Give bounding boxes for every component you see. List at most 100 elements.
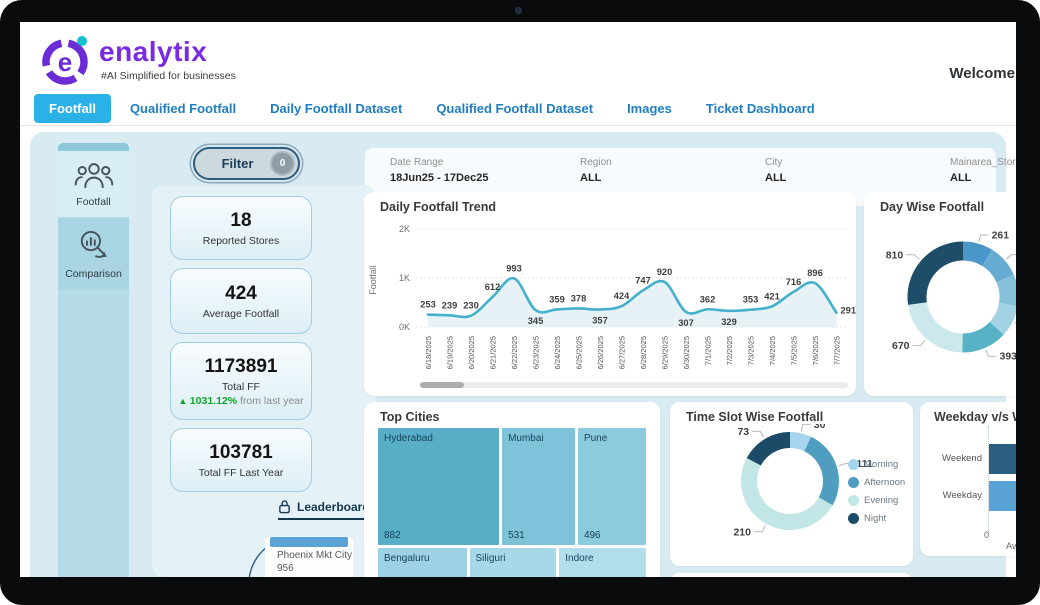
legend-item-morning[interactable]: Morning — [848, 459, 905, 470]
tab-qualified-footfall[interactable]: Qualified Footfall — [115, 94, 251, 123]
treemap-tile-indore[interactable]: Indore — [559, 548, 646, 577]
x-axis-tick: 6/23/2025 — [532, 336, 541, 369]
treemap-row: BengaluruSiliguriIndore — [378, 548, 646, 577]
kpi-card-average-footfall: 424Average Footfall — [170, 268, 312, 334]
sidebar-item-label: Footfall — [58, 196, 129, 217]
enalytix-logo-icon: e — [38, 33, 94, 89]
tab-images[interactable]: Images — [612, 94, 687, 123]
donut-label: 670 — [892, 340, 910, 352]
treemap-tile-name: Mumbai — [508, 433, 544, 444]
tab-daily-footfall-dataset[interactable]: Daily Footfall Dataset — [255, 94, 417, 123]
donut-segment[interactable] — [963, 251, 987, 258]
x-axis-tick: 6/22/2025 — [510, 336, 519, 369]
x-axis-tick: 6/24/2025 — [553, 336, 562, 369]
legend-label: Evening — [864, 495, 898, 506]
app-window: e enalytix #AI Simplified for businesses… — [20, 22, 1016, 577]
bar-axis-line — [988, 426, 989, 534]
magnifier-chart-icon — [77, 248, 110, 265]
filter-badge[interactable]: 0 — [270, 151, 295, 176]
donut-segment[interactable] — [917, 251, 963, 304]
kpi-delta-value: 1031.12% — [190, 395, 240, 407]
donut-segment[interactable] — [997, 305, 1009, 329]
sidebar-item-comparison[interactable]: Comparison — [58, 218, 129, 289]
y-axis-tick: 2K — [399, 224, 410, 234]
legend-item-evening[interactable]: Evening — [848, 495, 905, 506]
filter-field-value: 18Jun25 - 17Dec25 — [390, 172, 488, 184]
sidebar-item-footfall[interactable]: Footfall — [58, 151, 129, 217]
legend-label: Night — [864, 513, 886, 524]
bar-row-weekend: Weekend — [920, 444, 1016, 474]
treemap-tile-name: Pune — [584, 433, 607, 444]
filter-field-mainarea-storecode[interactable]: Mainarea_Storecode ALL — [950, 157, 1016, 184]
donut-segment[interactable] — [963, 328, 997, 343]
data-label: 993 — [506, 263, 522, 273]
x-axis-tick: 7/4/2025 — [768, 336, 777, 365]
data-label: 230 — [463, 301, 479, 311]
filter-field-label: Date Range — [390, 157, 488, 168]
donut-label: 810 — [886, 249, 904, 261]
data-label: 716 — [786, 277, 802, 287]
data-label: 362 — [700, 294, 716, 304]
filter-button[interactable]: Filter 0 — [193, 147, 300, 180]
data-label: 359 — [549, 294, 565, 304]
filter-field-value: ALL — [950, 172, 1016, 184]
y-axis-title: Footfall — [368, 265, 378, 295]
data-label: 424 — [614, 291, 630, 301]
top-cities-card: Top Cities Hyderabad882Mumbai531Pune496 B… — [364, 402, 660, 577]
chart-scrollbar-track[interactable] — [420, 382, 848, 388]
data-label: 345 — [528, 316, 544, 326]
treemap-tile-bengaluru[interactable]: Bengaluru — [378, 548, 467, 577]
leaderboard-bar — [270, 537, 348, 547]
chart-scrollbar-thumb[interactable] — [420, 382, 464, 388]
lock-icon — [278, 499, 291, 514]
leaderboard-top-card[interactable]: Phoenix Mkt City 956 — [265, 537, 353, 577]
filter-field-date-range[interactable]: Date Range 18Jun25 - 17Dec25 — [390, 157, 488, 184]
data-label: 357 — [592, 316, 608, 326]
data-label: 920 — [657, 267, 673, 277]
tab-footfall[interactable]: Footfall — [34, 94, 111, 123]
kpi-label: Total FF — [222, 381, 260, 393]
y-axis-tick: 0K — [399, 322, 410, 332]
day-wise-footfall-donut[interactable]: 261393670810 — [864, 216, 1016, 396]
filter-field-city[interactable]: CityALL — [765, 157, 786, 184]
donut-segment[interactable] — [917, 304, 962, 343]
filter-field-region[interactable]: RegionALL — [580, 157, 612, 184]
donut-segment-afternoon[interactable] — [808, 444, 831, 501]
daily-footfall-trend-chart[interactable]: Footfall2K1K0K25323923061299334535937835… — [364, 216, 856, 394]
top-cities-treemap: Hyderabad882Mumbai531Pune496 BengaluruSil… — [378, 428, 646, 577]
label-leader-line — [913, 340, 926, 345]
donut-segment-night[interactable] — [754, 440, 790, 462]
treemap-tile-mumbai[interactable]: Mumbai531 — [502, 428, 575, 545]
legend-label: Morning — [864, 459, 898, 470]
tab-qualified-footfall-dataset[interactable]: Qualified Footfall Dataset — [421, 94, 608, 123]
data-label: 253 — [420, 300, 436, 310]
welcome-text: Welcome — [949, 65, 1015, 82]
legend-label: Afternoon — [864, 477, 905, 488]
donut-segment-morning[interactable] — [790, 440, 808, 444]
filter-field-label: Mainarea_Storecode — [950, 157, 1016, 168]
treemap-tile-hyderabad[interactable]: Hyderabad882 — [378, 428, 499, 545]
legend-item-afternoon[interactable]: Afternoon — [848, 477, 905, 488]
kpi-delta-note: from last year — [240, 395, 304, 407]
bar-weekend[interactable] — [989, 444, 1016, 474]
chart-title-top-cities: Top Cities — [380, 410, 440, 424]
data-label: 291 — [841, 306, 857, 316]
donut-segment-evening[interactable] — [749, 462, 826, 522]
weekday-vs-weekend-chart[interactable]: WeekendWeekday — [920, 432, 1016, 528]
treemap-tile-siliguri[interactable]: Siliguri — [470, 548, 557, 577]
legend-item-night[interactable]: Night — [848, 513, 905, 524]
data-label: 239 — [442, 300, 458, 310]
x-axis-tick: 7/7/2025 — [833, 336, 842, 365]
donut-segment[interactable] — [1005, 278, 1009, 304]
tab-ticket-dashboard[interactable]: Ticket Dashboard — [691, 94, 830, 123]
kpi-card-reported-stores: 18Reported Stores — [170, 196, 312, 260]
bar-weekday[interactable] — [989, 481, 1016, 511]
bar-category-label: Weekend — [920, 453, 982, 464]
label-leader-line — [906, 255, 919, 260]
data-label: 612 — [485, 282, 501, 292]
leaderboard-link[interactable]: Leaderboard — [278, 499, 374, 520]
treemap-tile-pune[interactable]: Pune496 — [578, 428, 646, 545]
people-icon — [74, 176, 114, 193]
kpi-value: 424 — [225, 283, 257, 305]
donut-segment[interactable] — [987, 258, 1005, 279]
